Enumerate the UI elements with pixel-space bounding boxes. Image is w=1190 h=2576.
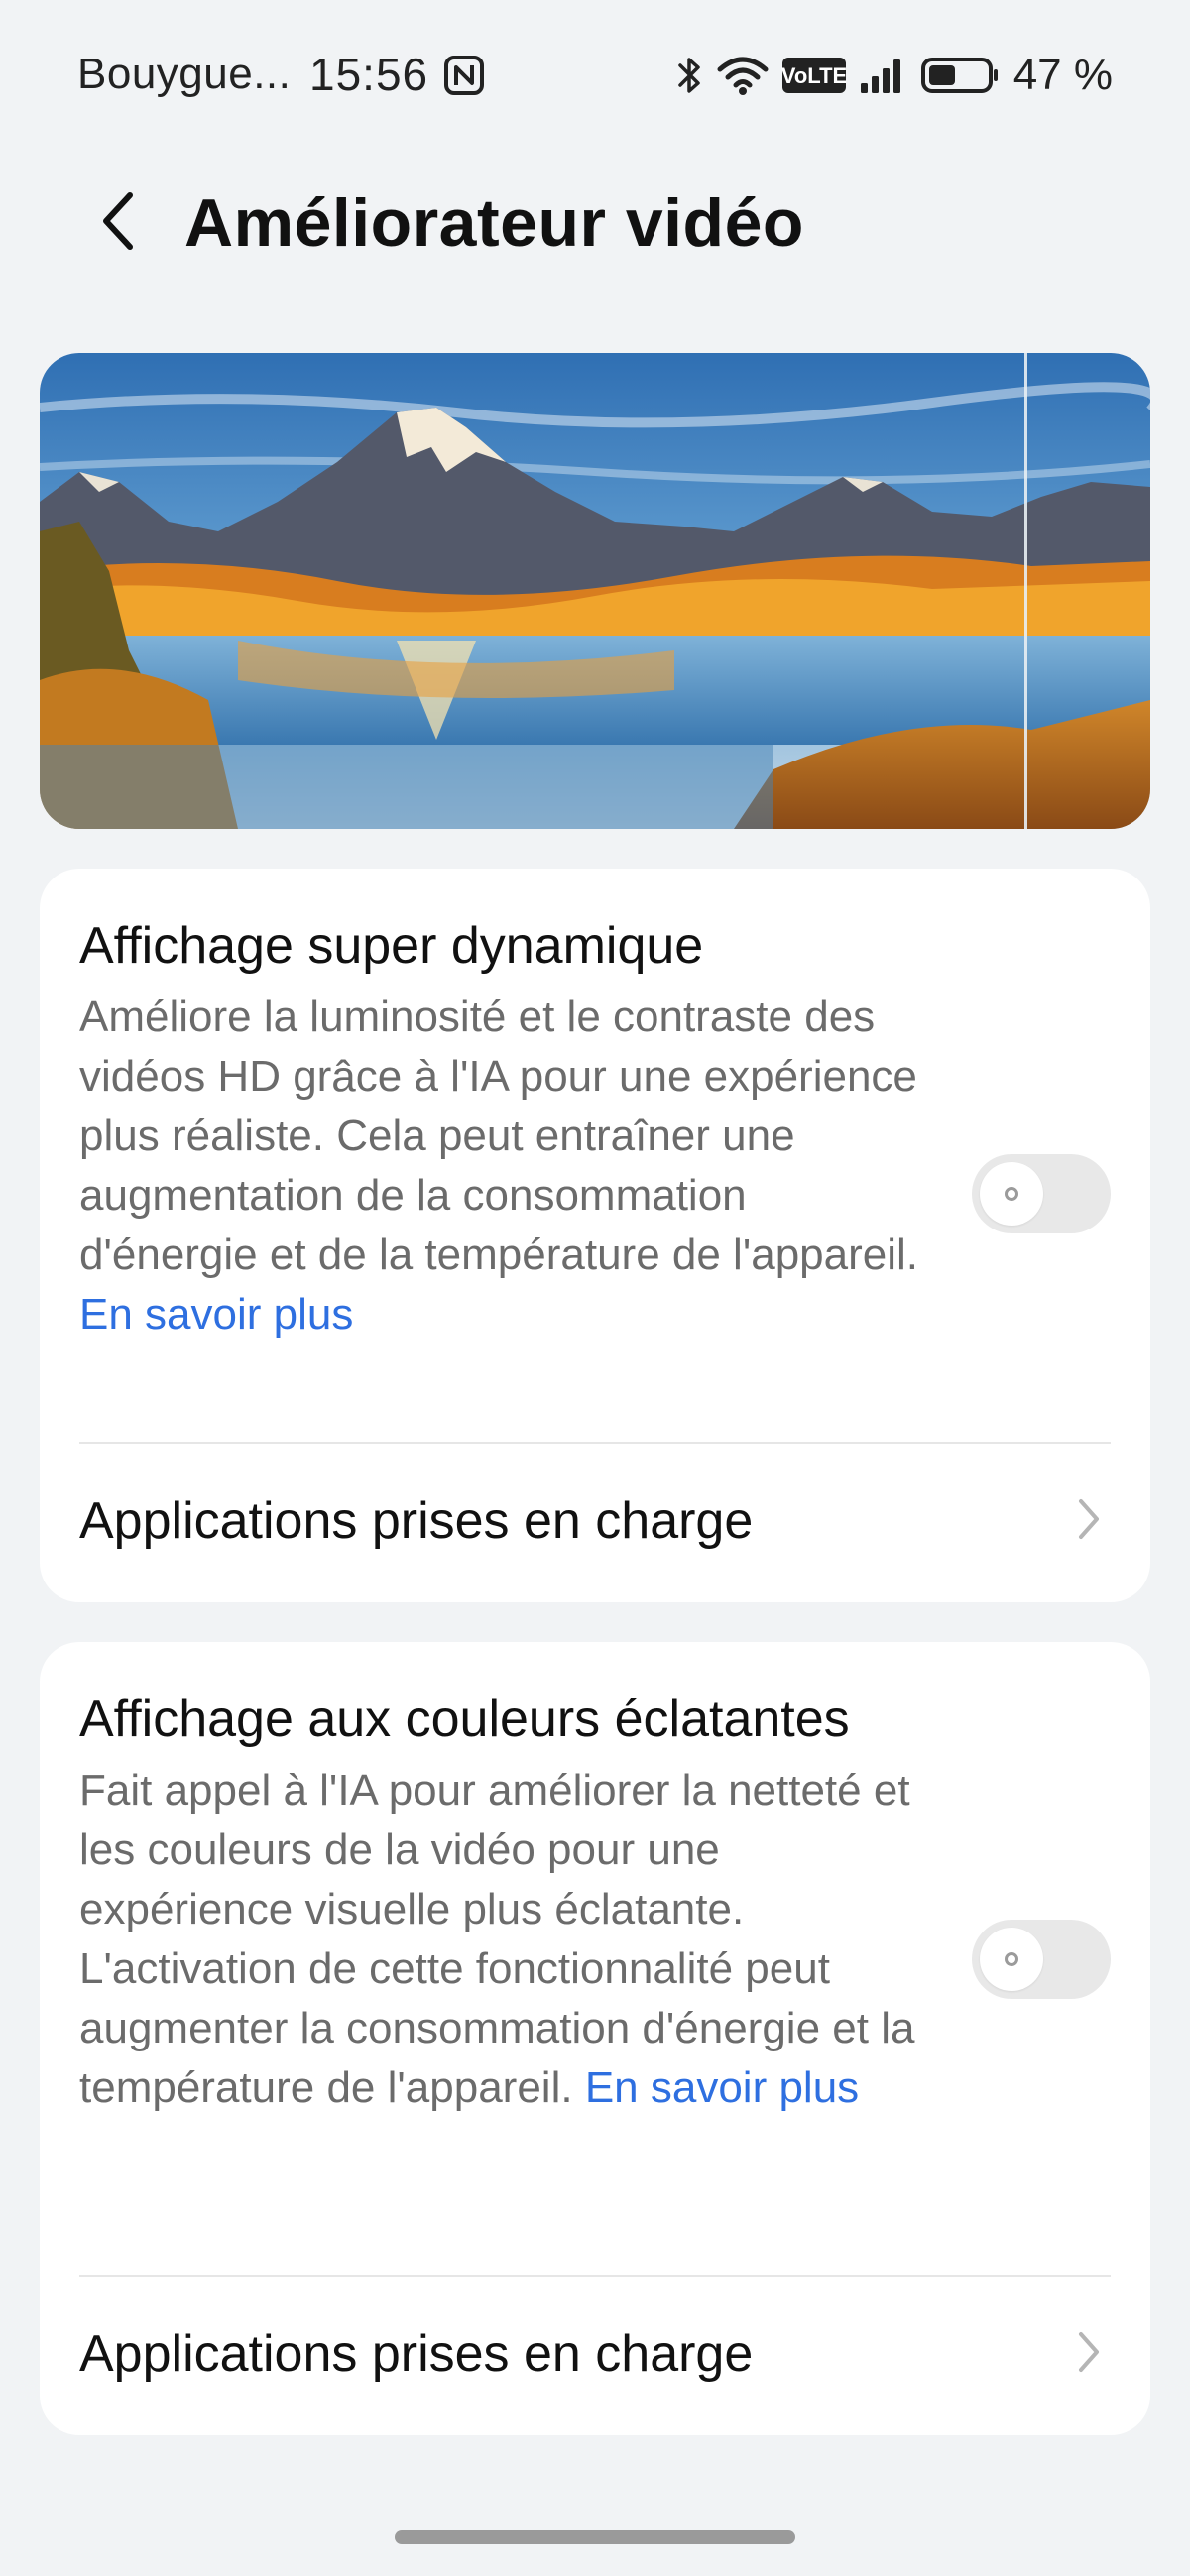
supported-apps-row[interactable]: Applications prises en charge	[40, 1444, 1150, 1592]
setting-card-super-dynamic: Affichage super dynamique Améliore la lu…	[40, 869, 1150, 1602]
bluetooth-icon	[674, 54, 704, 97]
setting-title: Affichage super dynamique	[79, 917, 704, 975]
vivid-colors-toggle[interactable]	[972, 1920, 1111, 1999]
super-dynamic-toggle[interactable]	[972, 1154, 1111, 1233]
setting-description: Fait appel à l'IA pour améliorer la nett…	[79, 1761, 932, 2118]
carrier-name: Bouygue...	[77, 50, 292, 98]
description-text: Fait appel à l'IA pour améliorer la nett…	[79, 1766, 915, 2112]
learn-more-link[interactable]: En savoir plus	[585, 2063, 859, 2112]
wifi-icon	[716, 54, 770, 97]
chevron-right-icon	[1071, 2328, 1107, 2376]
home-indicator[interactable]	[395, 2530, 795, 2544]
volte-label: VoLTE	[781, 63, 847, 88]
landscape-image	[40, 353, 1150, 829]
back-button[interactable]	[83, 188, 153, 258]
status-bar: Bouygue... 15:56 VoLTE 47 %	[0, 0, 1190, 149]
description-text: Améliore la luminosité et le contraste d…	[79, 993, 919, 1279]
volte-icon: VoLTE	[781, 54, 847, 97]
toggle-knob	[980, 1162, 1043, 1226]
setting-card-vivid-colors: Affichage aux couleurs éclatantes Fait a…	[40, 1642, 1150, 2435]
status-icons: VoLTE 47 %	[674, 48, 1113, 103]
battery-icon	[920, 54, 1000, 97]
status-time: 15:56	[309, 49, 429, 100]
setting-description: Améliore la luminosité et le contraste d…	[79, 988, 932, 1345]
back-arrow-icon	[98, 189, 138, 258]
toggle-knob	[980, 1928, 1043, 1991]
learn-more-link[interactable]: En savoir plus	[79, 1290, 353, 1339]
header: Améliorateur vidéo	[0, 169, 1190, 278]
supported-apps-label: Applications prises en charge	[79, 2325, 754, 2383]
preview-banner-image	[40, 353, 1150, 829]
chevron-right-icon	[1071, 1495, 1107, 1543]
nfc-icon	[444, 56, 484, 95]
signal-icon	[859, 54, 908, 97]
page-title: Améliorateur vidéo	[184, 185, 804, 261]
supported-apps-row[interactable]: Applications prises en charge	[40, 2277, 1150, 2425]
battery-percentage: 47 %	[1012, 51, 1113, 99]
supported-apps-label: Applications prises en charge	[79, 1492, 754, 1550]
setting-title: Affichage aux couleurs éclatantes	[79, 1691, 850, 1748]
